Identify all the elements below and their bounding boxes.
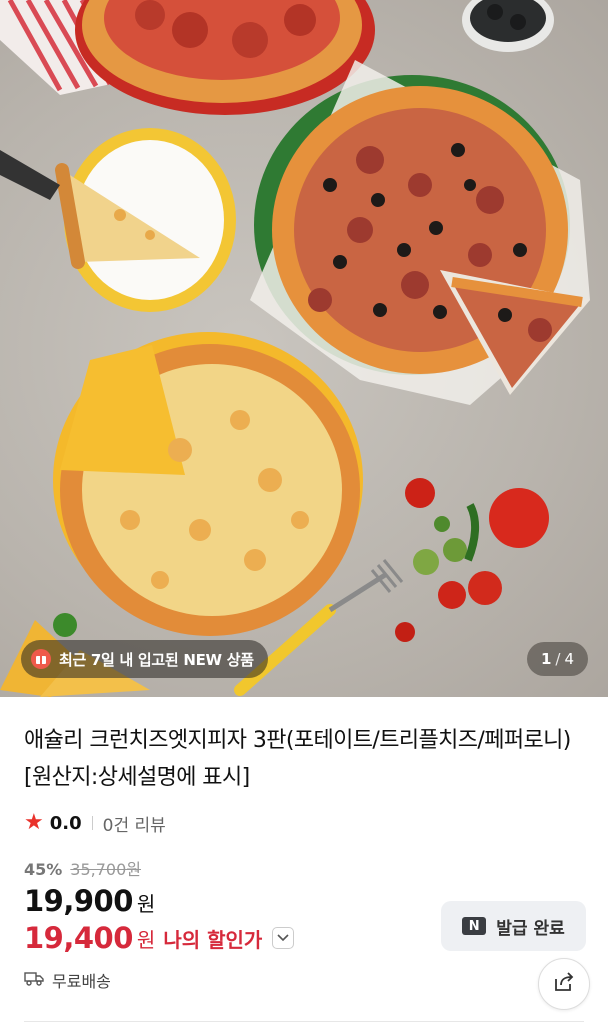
total-pages: 4 xyxy=(564,650,574,668)
gift-icon xyxy=(31,649,51,669)
free-shipping-label: 무료배송 xyxy=(52,972,111,991)
olive-bowl xyxy=(462,0,554,52)
section-divider xyxy=(24,1021,584,1022)
chevron-down-icon[interactable] xyxy=(272,927,295,949)
discount-row: 45% 35,700원 xyxy=(24,856,141,880)
cheese-pizza xyxy=(53,332,363,636)
rating-row[interactable]: ★ 0.0 0건 리뷰 xyxy=(24,810,166,836)
truck-icon xyxy=(24,970,44,990)
tomatoes xyxy=(395,478,549,642)
coupon-icon: N xyxy=(462,917,487,935)
share-icon xyxy=(552,970,576,998)
rating-value: 0.0 xyxy=(49,812,82,834)
current-page: 1 xyxy=(540,650,552,668)
rating-divider xyxy=(91,816,93,830)
review-count[interactable]: 0건 리뷰 xyxy=(103,811,166,836)
page-separator: / xyxy=(555,650,561,668)
sale-price-unit: 원 xyxy=(136,892,156,916)
new-arrival-badge: 최근 7일 내 입고된 NEW 상품 xyxy=(21,640,268,678)
my-discount-price-row[interactable]: 19,400 원 나의 할인가 xyxy=(24,921,295,955)
sale-price-row: 19,900 원 xyxy=(24,884,155,918)
sale-price: 19,900 xyxy=(24,884,133,918)
coupon-issued-button[interactable]: N 발급 완료 xyxy=(441,901,586,951)
discount-percent: 45% xyxy=(24,860,63,879)
my-discount-label: 나의 할인가 xyxy=(163,927,263,952)
my-discount-price-unit: 원 xyxy=(136,927,156,952)
star-icon: ★ xyxy=(24,810,44,835)
supreme-pizza xyxy=(250,60,590,405)
product-title: 애슐리 크런치즈엣지피자 3판(포테이트/트리플치즈/페퍼로니) [원산지:상세… xyxy=(24,728,571,790)
original-price: 35,700원 xyxy=(70,860,142,879)
product-image[interactable]: 최근 7일 내 입고된 NEW 상품 1 / 4 xyxy=(0,0,608,697)
shipping-row: 무료배송 xyxy=(24,968,111,992)
pizza-photo xyxy=(0,0,590,697)
coupon-label: 발급 완료 xyxy=(496,918,565,939)
my-discount-price: 19,400 xyxy=(24,921,133,955)
new-arrival-text: 최근 7일 내 입고된 NEW 상품 xyxy=(59,650,254,669)
plate-with-slice xyxy=(0,128,236,312)
image-page-counter: 1 / 4 xyxy=(526,642,588,676)
share-button[interactable] xyxy=(538,958,590,1010)
